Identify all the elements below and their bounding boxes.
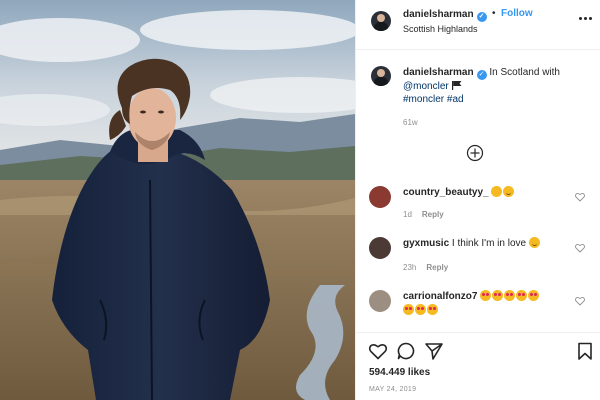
header-username[interactable]: danielsharman ✓ (403, 9, 487, 22)
comment-like-heart-icon[interactable] (575, 296, 585, 306)
caption-text: danielsharman ✓ In Scotland with @moncler… (403, 66, 593, 106)
comment-time: 1d (403, 210, 412, 219)
heart-eyes-emoji-icon (528, 290, 540, 301)
bookmark-icon[interactable] (575, 341, 595, 361)
heart-eyes-emoji-icon (403, 304, 414, 315)
header-separator: • (492, 8, 496, 19)
verified-badge-icon: ✓ (476, 12, 487, 22)
commenter-avatar-icon[interactable] (369, 186, 391, 208)
follow-button[interactable]: Follow (501, 8, 533, 19)
comment-username[interactable]: carrionalfonzo7 (403, 291, 477, 302)
comment-username[interactable]: gyxmusic (403, 238, 449, 249)
comment-icon[interactable] (396, 341, 416, 361)
comment-text: carrionalfonzo7 (403, 290, 573, 318)
smile-emoji-icon (503, 186, 515, 197)
heart-icon[interactable] (368, 341, 388, 361)
action-bar: 594.449 likes MAY 24, 2019 (356, 332, 600, 400)
post-header: danielsharman ✓ • Follow Scottish Highlan… (356, 0, 600, 50)
comment-time: 23h (403, 263, 417, 272)
heart-eyes-emoji-icon (504, 290, 516, 301)
heart-eyes-emoji-icon (516, 290, 528, 301)
smile-emoji-icon (528, 237, 540, 248)
commenter-avatar-icon[interactable] (369, 290, 391, 312)
heart-eyes-emoji-icon (480, 290, 492, 301)
reply-button[interactable]: Reply (426, 263, 448, 272)
comment-meta: 23h Reply (403, 263, 448, 272)
comment-text: gyxmusic I think I'm in love (403, 237, 573, 251)
post-side-panel: danielsharman ✓ • Follow Scottish Highlan… (355, 0, 600, 400)
caption-username[interactable]: danielsharman (403, 67, 474, 78)
post-date[interactable]: MAY 24, 2019 (369, 386, 416, 393)
comment-like-heart-icon[interactable] (575, 243, 585, 253)
post-photo[interactable] (0, 0, 355, 400)
avatar-icon[interactable] (371, 11, 391, 31)
caption-time: 61w (403, 118, 418, 127)
comment-body: I think I'm in love (451, 238, 527, 249)
caption-mention[interactable]: @moncler (403, 81, 449, 92)
comment-like-heart-icon[interactable] (575, 192, 585, 202)
instagram-post: danielsharman ✓ • Follow Scottish Highlan… (0, 0, 600, 400)
caption-avatar-icon[interactable] (371, 66, 391, 86)
comment-username[interactable]: country_beautyy_ (403, 187, 489, 198)
reply-button[interactable]: Reply (422, 210, 444, 219)
plus-circle-icon[interactable] (466, 144, 484, 162)
heart-eyes-emoji-icon (415, 304, 426, 315)
paper-plane-icon[interactable] (424, 341, 444, 361)
commenter-avatar-icon[interactable] (369, 237, 391, 259)
more-options-icon[interactable] (578, 14, 592, 24)
comment-text: country_beautyy_ (403, 186, 573, 200)
verified-badge-icon: ✓ (476, 70, 487, 80)
caption-hashtags[interactable]: #moncler #ad (403, 94, 464, 105)
black-flag-icon (451, 81, 461, 90)
location-link[interactable]: Scottish Highlands (403, 24, 478, 34)
heart-eyes-emoji-icon (427, 304, 438, 315)
caption-body: In Scotland with (489, 67, 560, 78)
comment-meta: 1d Reply (403, 210, 444, 219)
likes-count[interactable]: 594.449 likes (369, 367, 430, 378)
highlands-portrait-image (0, 0, 355, 400)
heart-eyes-emoji-icon (492, 290, 504, 301)
star-struck-emoji-icon (491, 186, 503, 197)
